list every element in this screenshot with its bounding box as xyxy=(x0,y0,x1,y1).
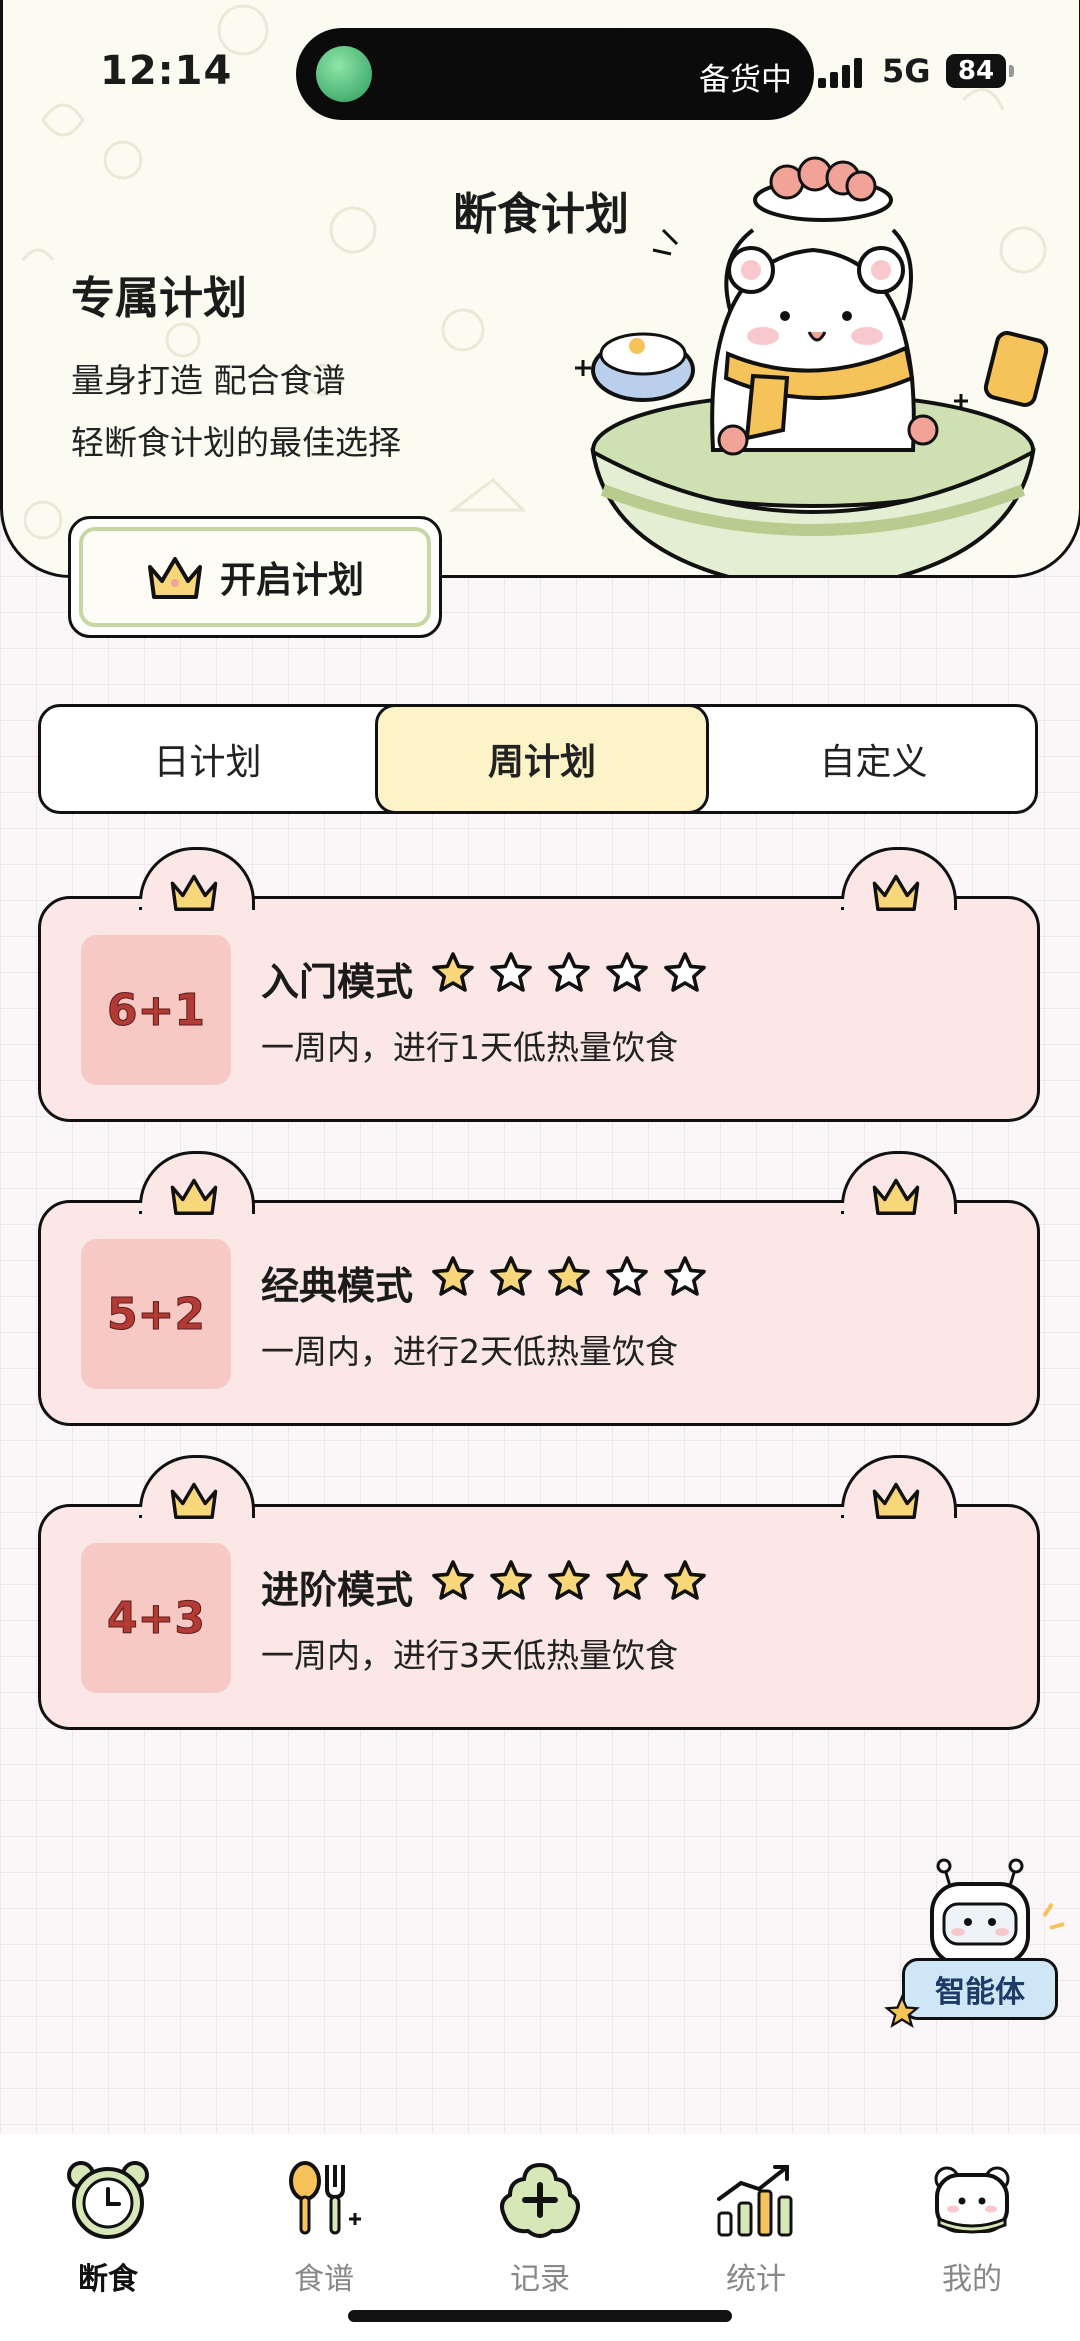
star-icon xyxy=(884,1994,920,2028)
hero-description-line-2: 轻断食计划的最佳选择 xyxy=(71,423,401,462)
island-status-text: 备货中 xyxy=(699,62,792,98)
plan-description: 一周内，进行3天低热量饮食 xyxy=(261,1636,678,1675)
ai-assistant-button[interactable]: 智能体 xyxy=(880,1856,1080,2028)
nav-item-fasting[interactable]: 断食 xyxy=(38,2154,178,2298)
status-time: 12:14 xyxy=(100,48,233,94)
star-empty-icon xyxy=(490,952,532,992)
spoon-fork-icon xyxy=(289,2161,361,2235)
star-empty-icon xyxy=(548,952,590,992)
ai-assistant-label: 智能体 xyxy=(902,1958,1058,2020)
star-filled-icon xyxy=(548,1256,590,1296)
star-filled-icon xyxy=(664,1560,706,1600)
plus-record-icon xyxy=(500,2162,580,2238)
tab-weekly-plan[interactable]: 周计划 xyxy=(375,704,709,814)
star-filled-icon xyxy=(432,1560,474,1600)
nav-label: 记录 xyxy=(510,2262,570,2297)
clock-icon xyxy=(67,2161,149,2239)
plan-ratio-badge: 5+2 xyxy=(81,1239,231,1389)
hero-description-line-1: 量身打造 配合食谱 xyxy=(71,361,346,400)
nav-label: 断食 xyxy=(78,2262,138,2297)
star-filled-icon xyxy=(490,1256,532,1296)
battery-level: 84 xyxy=(957,56,995,86)
star-empty-icon xyxy=(606,952,648,992)
crown-icon xyxy=(872,1178,920,1215)
network-type: 5G xyxy=(882,52,931,90)
plan-name: 进阶模式 xyxy=(261,1568,414,1612)
plan-card-classic[interactable]: 5+2 经典模式 一周内，进行2天低热量饮食 xyxy=(38,1151,1040,1426)
plan-ratio-badge: 4+3 xyxy=(81,1543,231,1693)
nav-item-profile[interactable]: 我的 xyxy=(902,2154,1042,2298)
star-empty-icon xyxy=(664,952,706,992)
plan-card-beginner[interactable]: 6+1 入门模式 一周内，进行1天低热量饮食 xyxy=(38,847,1040,1122)
start-plan-button-inner: 开启计划 xyxy=(79,527,431,627)
difficulty-stars xyxy=(429,949,709,997)
start-plan-button[interactable]: 开启计划 xyxy=(68,516,442,638)
star-filled-icon xyxy=(548,1560,590,1600)
plan-name: 经典模式 xyxy=(261,1264,414,1308)
star-filled-icon xyxy=(432,952,474,992)
nav-label: 统计 xyxy=(726,2262,786,2297)
status-bar: 12:14 备货中 5G 84 xyxy=(0,0,1080,140)
star-empty-icon xyxy=(606,1256,648,1296)
plan-name: 入门模式 xyxy=(261,960,414,1004)
crown-icon xyxy=(872,874,920,911)
star-filled-icon xyxy=(432,1256,474,1296)
plan-type-tabs: 日计划 自定义 周计划 xyxy=(38,704,1038,814)
plan-description: 一周内，进行2天低热量饮食 xyxy=(261,1332,678,1371)
home-indicator[interactable] xyxy=(348,2310,732,2322)
nav-item-record[interactable]: 记录 xyxy=(470,2154,610,2298)
start-plan-label: 开启计划 xyxy=(219,559,364,601)
tab-daily-plan[interactable]: 日计划 xyxy=(41,707,374,811)
chart-icon xyxy=(717,2165,793,2237)
crown-icon xyxy=(872,1482,920,1519)
plan-ratio-badge: 6+1 xyxy=(81,935,231,1085)
star-filled-icon xyxy=(606,1560,648,1600)
signal-icon xyxy=(818,58,862,88)
nav-label: 我的 xyxy=(942,2262,1002,2297)
bear-face-icon xyxy=(934,2166,1010,2234)
difficulty-stars xyxy=(429,1253,709,1301)
app-icon xyxy=(316,46,372,102)
star-filled-icon xyxy=(490,1560,532,1600)
tab-custom[interactable]: 自定义 xyxy=(707,707,1040,811)
battery-icon: 84 xyxy=(946,54,1014,88)
crown-icon xyxy=(170,1482,218,1519)
crown-icon xyxy=(170,1178,218,1215)
dynamic-island[interactable]: 备货中 xyxy=(296,28,814,120)
crown-icon xyxy=(147,557,202,599)
star-empty-icon xyxy=(664,1256,706,1296)
nav-item-recipes[interactable]: 食谱 xyxy=(254,2154,394,2298)
crown-icon xyxy=(170,874,218,911)
difficulty-stars xyxy=(429,1557,709,1605)
bear-illustration xyxy=(575,156,1049,575)
nav-item-stats[interactable]: 统计 xyxy=(686,2154,826,2298)
plan-description: 一周内，进行1天低热量饮食 xyxy=(261,1028,678,1067)
hero-subtitle: 专属计划 xyxy=(71,273,247,324)
nav-label: 食谱 xyxy=(294,2262,354,2297)
plan-card-advanced[interactable]: 4+3 进阶模式 一周内，进行3天低热量饮食 xyxy=(38,1455,1040,1730)
